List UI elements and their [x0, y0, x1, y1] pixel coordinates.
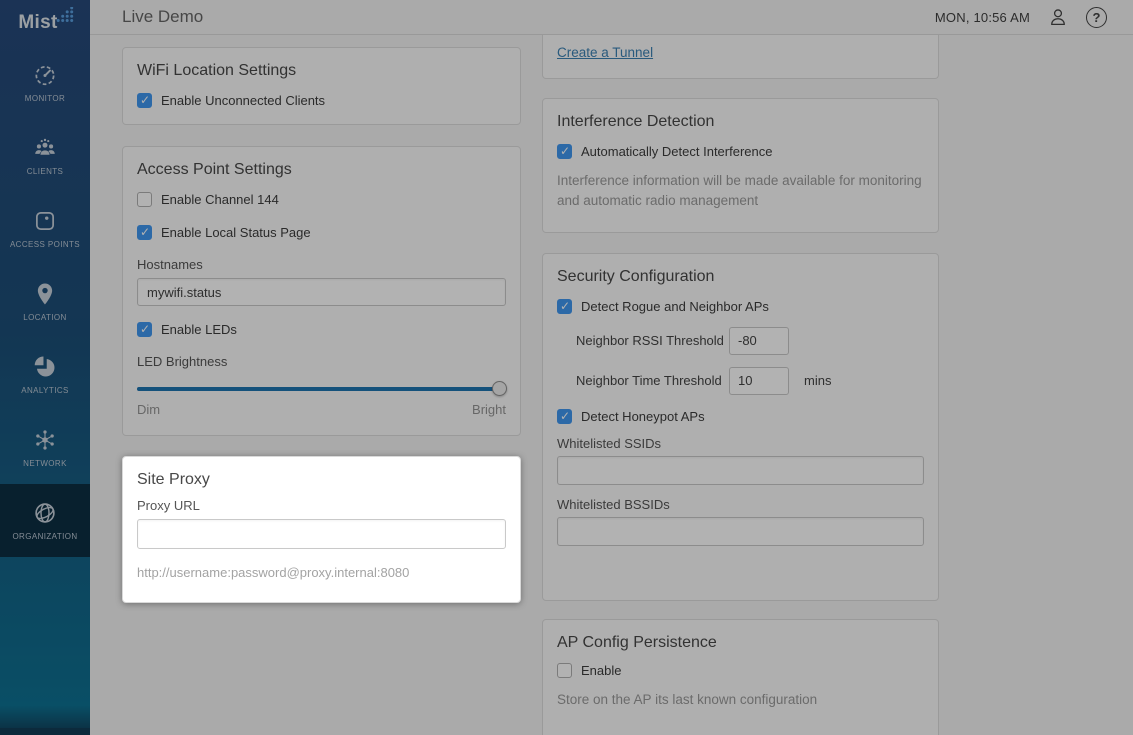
app-window: Mist MONITOR [0, 0, 1133, 735]
spotlight-dim-overlay [0, 0, 1133, 735]
proxy-url-input[interactable] [137, 519, 506, 549]
card-title: Site Proxy [137, 471, 506, 489]
proxy-url-label: Proxy URL [137, 498, 506, 513]
proxy-url-hint: http://username:password@proxy.internal:… [137, 565, 506, 580]
site-proxy-card: Site Proxy Proxy URL http://username:pas… [122, 456, 521, 603]
